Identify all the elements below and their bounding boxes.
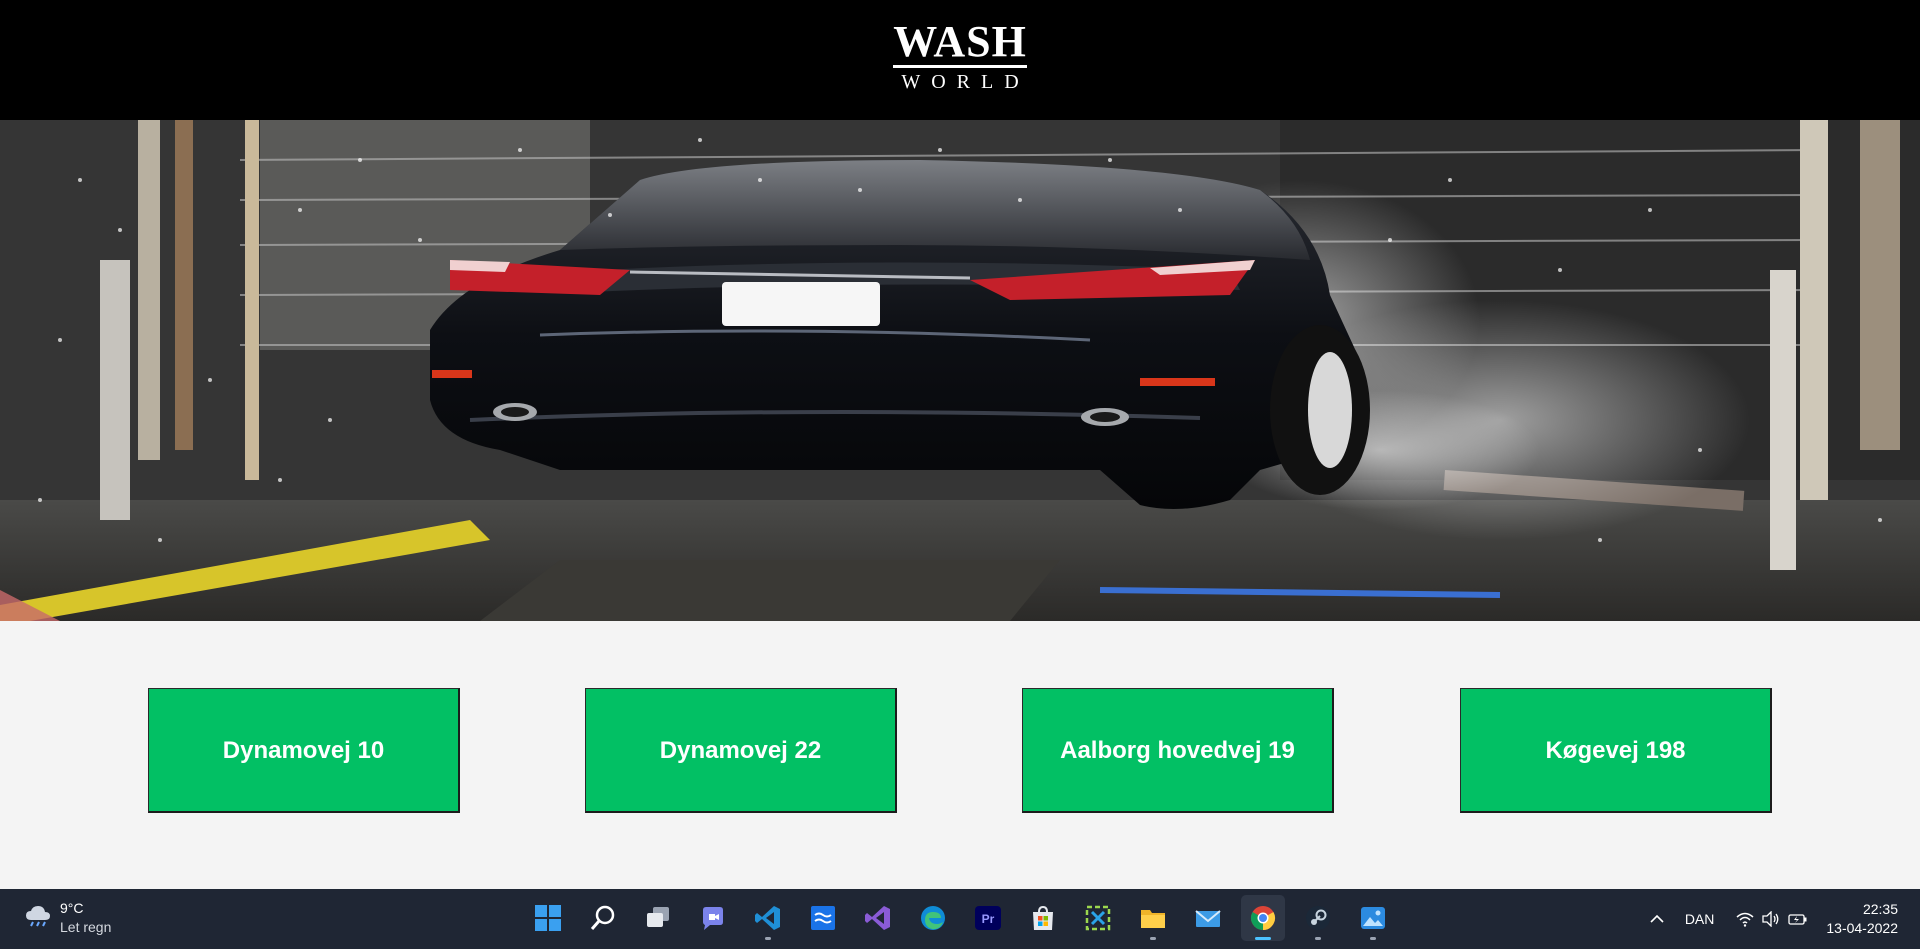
- vscode-icon[interactable]: [746, 895, 790, 941]
- car-wash-illustration: [0, 120, 1920, 621]
- steam-icon[interactable]: [1296, 895, 1340, 941]
- weather-temperature: 9°C: [60, 900, 84, 916]
- weather-widget[interactable]: 9°C Let regn: [24, 899, 111, 937]
- cloud-rain-icon: [24, 904, 52, 933]
- location-button-koegevej-198[interactable]: Køgevej 198: [1460, 688, 1772, 813]
- azure-data-studio-icon[interactable]: [801, 895, 845, 941]
- battery-charging-icon[interactable]: [1788, 911, 1808, 927]
- system-tray: DAN 22:35 13-04-2022: [1645, 889, 1920, 949]
- active-indicator: [1255, 937, 1271, 940]
- logo-wordmark-bottom: WORLD: [901, 70, 1030, 93]
- location-button-dynamovej-10[interactable]: Dynamovej 10: [148, 688, 460, 813]
- chrome-icon[interactable]: [1241, 895, 1285, 941]
- volume-icon[interactable]: [1762, 911, 1780, 927]
- chevron-up-icon[interactable]: [1645, 914, 1669, 924]
- mail-icon[interactable]: [1186, 895, 1230, 941]
- language-indicator[interactable]: DAN: [1685, 911, 1715, 927]
- windows-taskbar: 9°C Let regn Pr DAN 22:35 13-04-2022: [0, 889, 1920, 949]
- logo-wordmark-top: WASH: [893, 16, 1027, 68]
- running-indicator: [1315, 937, 1321, 940]
- snipping-tool-icon[interactable]: [1076, 895, 1120, 941]
- weather-condition: Let regn: [60, 919, 112, 935]
- clock-time: 22:35: [1862, 901, 1898, 917]
- hero-image: [0, 120, 1920, 621]
- location-button-aalborg-hovedvej-19[interactable]: Aalborg hovedvej 19: [1022, 688, 1334, 813]
- running-indicator: [765, 937, 771, 940]
- microsoft-store-icon[interactable]: [1021, 895, 1065, 941]
- svg-text:Pr: Pr: [982, 912, 995, 926]
- file-explorer-icon[interactable]: [1131, 895, 1175, 941]
- task-view-icon[interactable]: [636, 895, 680, 941]
- taskbar-apps: Pr: [526, 895, 1395, 941]
- photos-icon[interactable]: [1351, 895, 1395, 941]
- location-button-dynamovej-22[interactable]: Dynamovej 22: [585, 688, 897, 813]
- wifi-icon[interactable]: [1736, 911, 1754, 927]
- running-indicator: [1150, 937, 1156, 940]
- clock[interactable]: 22:35 13-04-2022: [1826, 900, 1898, 938]
- premiere-pro-icon[interactable]: Pr: [966, 895, 1010, 941]
- running-indicator: [1370, 937, 1376, 940]
- site-header: WASH WORLD: [0, 0, 1920, 120]
- clock-date: 13-04-2022: [1826, 920, 1898, 936]
- visual-studio-icon[interactable]: [856, 895, 900, 941]
- edge-icon[interactable]: [911, 895, 955, 941]
- wash-world-logo[interactable]: WASH WORLD: [893, 16, 1030, 94]
- location-buttons: Dynamovej 10 Dynamovej 22 Aalborg hovedv…: [0, 688, 1920, 813]
- teams-chat-icon[interactable]: [691, 895, 735, 941]
- search-icon[interactable]: [581, 895, 625, 941]
- start-icon[interactable]: [526, 895, 570, 941]
